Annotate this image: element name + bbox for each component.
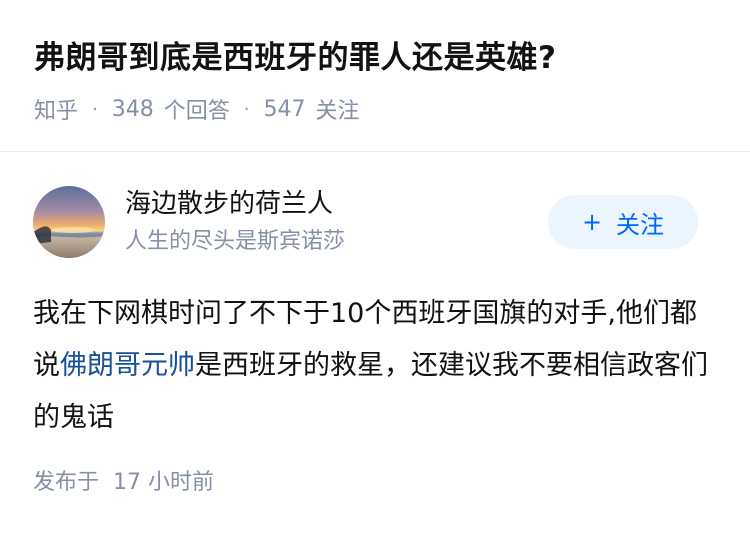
author-name[interactable]: 海边散步的荷兰人 xyxy=(125,186,333,222)
answer-card: 海边散步的荷兰人 人生的尽头是斯宾诺莎 + 关注 我在下网棋时问了不下于10个西… xyxy=(0,152,750,534)
follower-count: 547 xyxy=(263,96,306,122)
meta-separator: · xyxy=(243,98,250,120)
meta-separator: · xyxy=(92,98,98,120)
author-bio: 人生的尽头是斯宾诺莎 xyxy=(125,229,346,254)
source-label[interactable]: 知乎 xyxy=(34,93,78,125)
wiki-link[interactable]: 佛朗哥元帅 xyxy=(60,350,195,381)
publish-time-value: 17 小时前 xyxy=(113,470,215,495)
answer-count: 348 xyxy=(111,96,154,122)
question-meta: 知乎 · 348 个回答 · 547 关注 xyxy=(34,92,360,126)
follow-button-label: 关注 xyxy=(616,210,665,239)
avatar[interactable] xyxy=(33,186,105,258)
answer-count-label: 个回答 xyxy=(163,99,230,124)
answer-content[interactable]: 我在下网棋时问了不下于10个西班牙国旗的对手,他们都说佛朗哥元帅是西班牙的救星，… xyxy=(33,288,723,444)
follow-button[interactable]: + 关注 xyxy=(548,195,698,249)
publish-label: 发布于 xyxy=(33,470,100,495)
plus-icon: + xyxy=(581,208,603,236)
publish-time: 发布于 17 小时前 xyxy=(33,466,214,500)
sunset-beach-avatar-icon xyxy=(33,186,105,258)
question-title[interactable]: 弗朗哥到底是西班牙的罪人还是英雄? xyxy=(34,36,556,80)
question-header: 弗朗哥到底是西班牙的罪人还是英雄? 知乎 · 348 个回答 · 547 关注 xyxy=(0,0,750,150)
follower-count-label: 关注 xyxy=(315,99,360,124)
